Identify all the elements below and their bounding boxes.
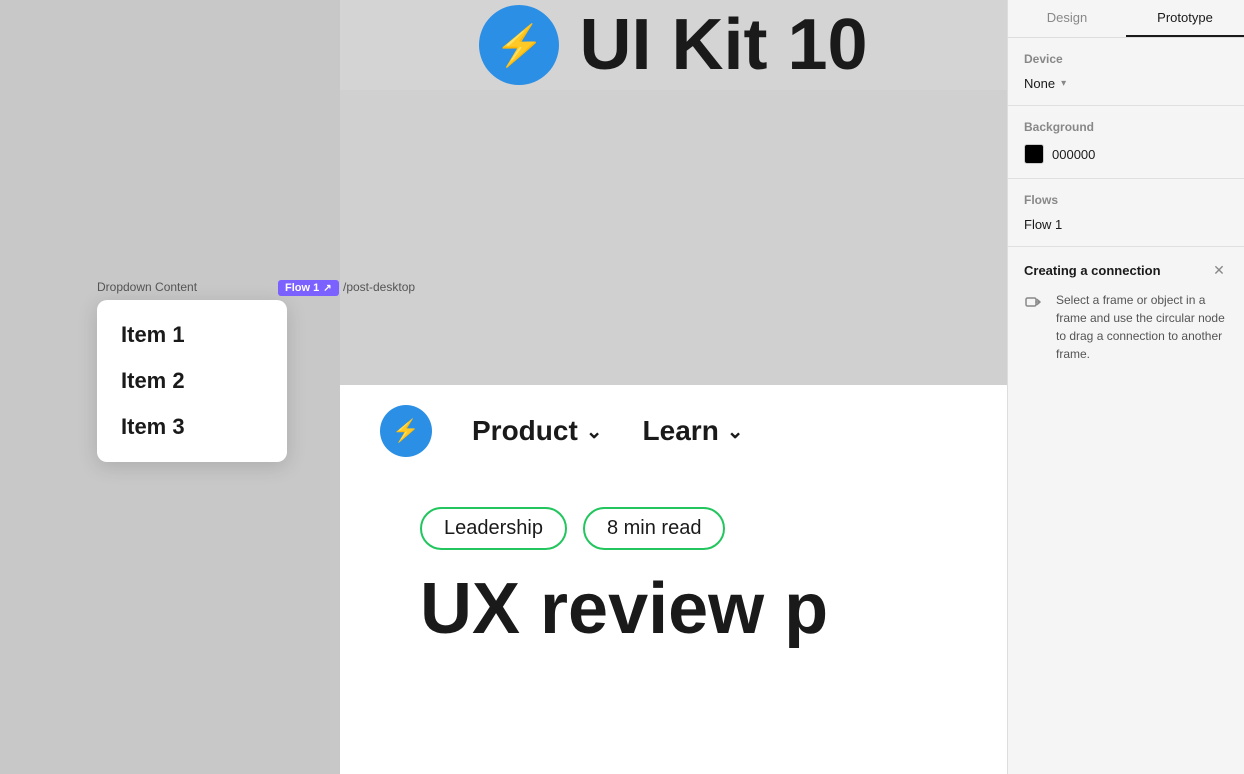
nav-bar: ⚡ Product ⌄ Learn ⌄ — [340, 385, 1007, 477]
flow-badge-label: Flow 1 — [285, 282, 319, 294]
device-row[interactable]: None ▾ — [1024, 76, 1228, 91]
nav-product-label: Product — [472, 415, 578, 447]
background-row[interactable]: 000000 — [1024, 144, 1228, 164]
connection-header: Creating a connection ✕ — [1024, 261, 1228, 279]
post-desktop-label: /post-desktop — [343, 280, 415, 294]
background-color-swatch[interactable] — [1024, 144, 1044, 164]
connection-description: Select a frame or object in a frame and … — [1056, 291, 1228, 363]
background-section-title: Background — [1024, 120, 1228, 134]
close-icon[interactable]: ✕ — [1210, 261, 1228, 279]
flow-badge-arrow-icon: ↗ — [323, 283, 331, 294]
dropdown-item-1[interactable]: Item 1 — [97, 312, 287, 358]
dropdown-content-label: Dropdown Content — [97, 280, 197, 294]
connection-arrow-icon — [1024, 293, 1046, 321]
nav-learn[interactable]: Learn ⌄ — [643, 415, 744, 447]
flows-flow1[interactable]: Flow 1 — [1024, 217, 1228, 232]
dropdown-item-2[interactable]: Item 2 — [97, 358, 287, 404]
device-section: Device None ▾ — [1008, 38, 1244, 106]
device-section-title: Device — [1024, 52, 1228, 66]
nav-product[interactable]: Product ⌄ — [472, 415, 603, 447]
creating-connection-panel: Creating a connection ✕ Select a frame o… — [1008, 247, 1244, 774]
ui-kit-frame: ⚡ UI Kit 10 — [340, 0, 1007, 90]
nav-learn-chevron-icon: ⌄ — [727, 419, 744, 444]
right-panel: Design Prototype Device None ▾ Backgroun… — [1007, 0, 1244, 774]
tag-read-time[interactable]: 8 min read — [583, 507, 726, 550]
nav-learn-label: Learn — [643, 415, 719, 447]
tag-leadership[interactable]: Leadership — [420, 507, 567, 550]
canvas-area: ⚡ UI Kit 10 Dropdown Content /post-deskt… — [0, 0, 1007, 774]
blue-logo-circle: ⚡ — [479, 5, 559, 85]
flow-badge[interactable]: Flow 1 ↗ — [278, 280, 339, 296]
device-chevron-icon: ▾ — [1061, 78, 1066, 89]
bolt-icon: ⚡ — [495, 22, 545, 69]
nav-product-chevron-icon: ⌄ — [586, 419, 603, 444]
background-section: Background 000000 — [1008, 106, 1244, 179]
tags-row: Leadership 8 min read — [340, 477, 1007, 550]
dropdown-card: Item 1 Item 2 Item 3 — [97, 300, 287, 462]
ui-kit-heading: UI Kit 10 — [579, 9, 867, 81]
connection-body: Select a frame or object in a frame and … — [1024, 291, 1228, 363]
connection-title: Creating a connection — [1024, 263, 1161, 278]
flows-section-title: Flows — [1024, 193, 1228, 207]
dropdown-item-3[interactable]: Item 3 — [97, 404, 287, 450]
tab-design[interactable]: Design — [1008, 0, 1126, 37]
article-title-partial: UX review p — [340, 550, 1007, 649]
panel-tabs: Design Prototype — [1008, 0, 1244, 38]
nav-logo: ⚡ — [380, 405, 432, 457]
frame-separator — [340, 90, 1007, 385]
tab-prototype[interactable]: Prototype — [1126, 0, 1244, 37]
post-desktop-frame: ⚡ Product ⌄ Learn ⌄ Leadership 8 min rea… — [340, 385, 1007, 774]
flows-section: Flows Flow 1 — [1008, 179, 1244, 247]
background-hex-value: 000000 — [1052, 147, 1095, 162]
device-value: None — [1024, 76, 1055, 91]
